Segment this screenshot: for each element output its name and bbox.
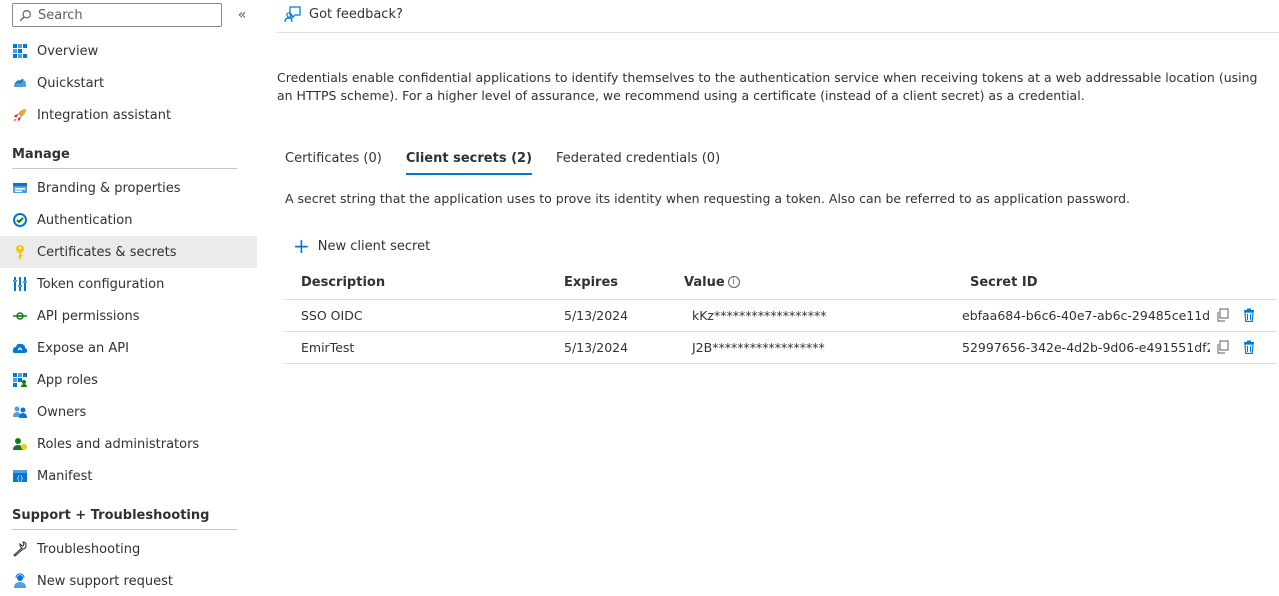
sidebar-item-label: Token configuration [37,276,165,292]
feedback-label: Got feedback? [309,6,403,22]
token-config-icon [12,276,28,292]
plus-icon: + [293,234,310,258]
sidebar: « Overview Quickstart Integration assist… [0,0,257,596]
sidebar-item-label: Manifest [37,468,93,484]
wrench-icon [12,541,28,557]
tab-federated-credentials[interactable]: Federated credentials (0) [556,151,720,175]
sidebar-item-label: Quickstart [37,75,105,91]
sidebar-item-label: App roles [37,372,98,388]
new-client-secret-label: New client secret [317,238,431,254]
column-header-expires: Expires [564,266,684,300]
value-header-label: Value [684,274,725,290]
page-description: Credentials enable confidential applicat… [277,70,1258,103]
cell-secret-id: 52997656-342e-4d2b-9d06-e491551df28e [962,331,1277,364]
sidebar-item-label: Authentication [37,212,133,228]
sidebar-item-authentication[interactable]: Authentication [0,204,257,236]
search-box[interactable] [12,3,222,27]
sidebar-item-label: Overview [37,43,99,59]
column-header-description: Description [285,266,564,300]
tab-description: A secret string that the application use… [285,191,1131,206]
app-roles-icon [12,372,28,388]
secret-id-wrap: 52997656-342e-4d2b-9d06-e491551df28e [962,340,1277,355]
sidebar-item-label: Owners [37,404,87,420]
section-header-manage: Manage [12,147,237,169]
sidebar-item-api-permissions[interactable]: API permissions [0,300,257,332]
table-row: SSO OIDC 5/13/2024 kKz******************… [285,299,1277,332]
sidebar-item-label: New support request [37,573,173,589]
cell-secret-id: ebfaa684-b6c6-40e7-ab6c-29485ce11d1d [962,299,1277,332]
cell-value: kKz****************** [684,299,970,332]
sidebar-item-roles-administrators[interactable]: Roles and administrators [0,428,257,460]
secret-id-wrap: ebfaa684-b6c6-40e7-ab6c-29485ce11d1d [962,308,1277,323]
search-input[interactable] [38,7,218,23]
sidebar-item-label: Certificates & secrets [37,244,177,260]
authentication-icon [12,212,28,228]
sidebar-item-label: Integration assistant [37,107,172,123]
sidebar-item-branding[interactable]: Branding & properties [0,172,257,204]
feedback-button[interactable]: Got feedback? [284,5,403,23]
sidebar-item-label: Expose an API [37,340,129,356]
copy-icon[interactable] [1216,340,1230,354]
cell-expires: 5/13/2024 [564,299,684,332]
sidebar-search-row: « [12,3,257,27]
main-content: Got feedback? Credentials enable confide… [277,0,1279,596]
sidebar-item-integration-assistant[interactable]: Integration assistant [0,99,257,131]
svg-text:{}: {} [16,476,23,483]
cell-expires: 5/13/2024 [564,331,684,364]
table-row: EmirTest 5/13/2024 J2B******************… [285,331,1277,364]
sidebar-item-manifest[interactable]: {} Manifest [0,460,257,492]
cell-description: EmirTest [285,331,564,364]
top-divider [277,32,1279,33]
credential-tabs: Certificates (0) Client secrets (2) Fede… [285,151,744,175]
table-header-row: Description Expires Value i Secret ID [285,266,1277,300]
quickstart-icon [12,75,28,91]
collapse-sidebar-button[interactable]: « [234,6,250,24]
sidebar-item-certificates-secrets[interactable]: Certificates & secrets [0,236,257,268]
sidebar-item-token-configuration[interactable]: Token configuration [0,268,257,300]
cell-description: SSO OIDC [285,299,564,332]
key-icon [12,244,28,260]
sidebar-item-label: API permissions [37,308,140,324]
info-icon[interactable]: i [727,276,740,289]
owners-icon [12,404,28,420]
column-header-value: Value i [684,266,970,300]
secrets-table: Description Expires Value i Secret ID SSO… [285,266,1277,364]
secret-id-text: ebfaa684-b6c6-40e7-ab6c-29485ce11d1d [962,307,1210,323]
rocket-icon [12,107,28,123]
feedback-icon [284,6,301,23]
new-client-secret-button[interactable]: + New client secret [293,234,431,258]
tab-certificates[interactable]: Certificates (0) [285,151,382,175]
sidebar-item-quickstart[interactable]: Quickstart [0,67,257,99]
branding-icon [12,180,28,196]
manifest-icon: {} [12,468,28,484]
sidebar-item-troubleshooting[interactable]: Troubleshooting [0,533,257,565]
overview-icon [12,43,28,59]
sidebar-item-label: Roles and administrators [37,436,200,452]
sidebar-item-label: Branding & properties [37,180,181,196]
delete-icon[interactable] [1242,340,1256,354]
search-icon [19,9,31,21]
sidebar-item-label: Troubleshooting [37,541,141,557]
cell-value: J2B****************** [684,331,970,364]
sidebar-item-app-roles[interactable]: App roles [0,364,257,396]
copy-icon[interactable] [1216,308,1230,322]
delete-icon[interactable] [1242,308,1256,322]
secret-id-text: 52997656-342e-4d2b-9d06-e491551df28e [962,339,1210,355]
sidebar-item-new-support-request[interactable]: New support request [0,565,257,596]
api-permissions-icon [12,308,28,324]
section-header-support: Support + Troubleshooting [12,508,237,530]
sidebar-item-overview[interactable]: Overview [0,35,257,67]
cloud-icon [12,340,28,356]
sidebar-item-expose-api[interactable]: Expose an API [0,332,257,364]
support-person-icon [12,573,28,589]
tab-client-secrets[interactable]: Client secrets (2) [405,151,533,175]
roles-admins-icon [12,436,28,452]
sidebar-item-owners[interactable]: Owners [0,396,257,428]
column-header-secret-id: Secret ID [970,266,1277,300]
